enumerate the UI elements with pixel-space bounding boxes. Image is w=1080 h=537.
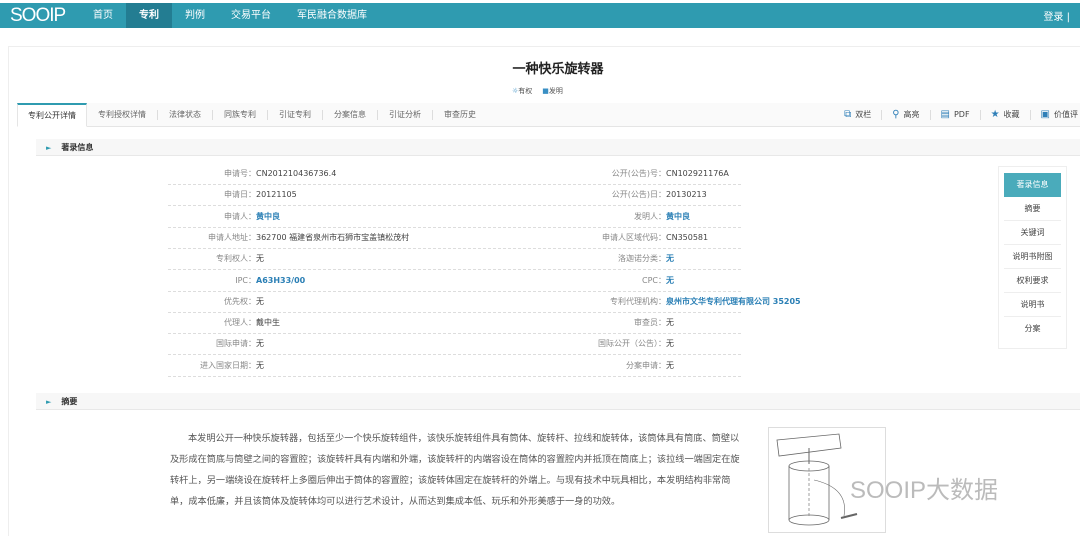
field-label: 公开(公告)日： [611,190,666,200]
field-label: 公开(公告)号： [611,169,666,178]
tab-family[interactable]: 同族专利 [213,109,268,120]
field-value[interactable]: 黄中良 [666,207,690,227]
doc-icon: ■ [542,87,549,95]
abstract-text: 本发明公开一种快乐旋转器，包括至少一个快乐旋转组件，该快乐旋转组件具有筒体、旋转… [170,433,740,507]
tab-public-detail[interactable]: 专利公开详情 [17,103,87,127]
field-value: 无 [256,360,264,370]
side-nav-figures[interactable]: 说明书附图 [1004,245,1061,269]
toolbar: ⧉ 双栏 ⚲ 高亮 ▤ PDF ★ 收藏 ▣ 价值评 [834,103,1080,127]
field-label: 申请人： [224,211,256,221]
favorite-button[interactable]: ★ 收藏 [981,110,1031,120]
field-value: 20130213 [666,190,707,200]
field-label: 分案申请： [626,360,666,370]
triangle-right-icon: ► [46,144,52,152]
patent-tags: ☼有权 ■发明 [512,86,563,96]
field-label: 进入国家日期： [200,360,256,370]
side-nav-division[interactable]: 分案 [1004,317,1061,341]
nav-trade[interactable]: 交易平台 [218,3,284,28]
field-label: IPC： [235,275,256,285]
field-value[interactable]: 泉州市文华专利代理有限公司 35205 [666,292,801,312]
field-label: 国际申请： [216,339,256,349]
main-nav: 首页 专利 判例 交易平台 军民融合数据库 [80,3,380,28]
star-icon: ★ [990,109,1000,120]
tab-citation-analysis[interactable]: 引证分析 [378,109,433,120]
field-value: CN201210436736.4 [256,169,337,178]
biblio-row: IPC： A63H33/00 CPC： 无 [168,271,741,292]
field-value: 戴中生 [256,318,280,328]
field-label: 专利权人： [216,254,256,264]
field-label: 申请人区域代码： [602,232,666,242]
nav-patent[interactable]: 专利 [126,3,172,28]
tab-division[interactable]: 分案信息 [323,109,378,120]
side-nav-claims[interactable]: 权利要求 [1004,269,1061,293]
field-value[interactable]: A63H33/00 [256,271,305,291]
tab-exam-history[interactable]: 审查历史 [433,110,487,120]
biblio-row: 代理人： 戴中生 审查员： 无 [168,313,741,335]
field-value: 无 [256,296,264,306]
field-label: 代理人： [224,318,256,328]
field-label: 洛迦诺分类： [618,254,666,264]
value-button[interactable]: ▣ 价值评 [1031,110,1080,120]
field-value[interactable]: 无 [666,249,674,269]
page-title: 一种快乐旋转器 [512,62,604,77]
field-value: 无 [666,318,674,328]
field-label: 发明人： [634,211,666,221]
type-badge: ■发明 [542,87,563,95]
biblio-row: 申请人： 黄中良 发明人： 黄中良 [168,207,741,228]
field-value: CN102921176A [666,169,729,178]
field-value: 无 [666,360,674,370]
tab-citations[interactable]: 引证专利 [268,109,323,120]
nav-cases[interactable]: 判例 [172,3,218,28]
pin-icon: ⚲ [892,109,900,120]
biblio-row: 优先权： 无 专利代理机构： 泉州市文华专利代理有限公司 35205 [168,292,801,313]
biblio-row: 申请号： CN201210436736.4 公开(公告)号： CN1029211… [168,164,741,185]
field-value[interactable]: 无 [666,271,674,291]
side-nav-description[interactable]: 说明书 [1004,293,1061,317]
login-link[interactable]: 登录 | [1043,8,1070,23]
biblio-row: 国际申请： 无 国际公开（公告）： 无 [168,334,741,356]
biblio-row: 进入国家日期： 无 分案申请： 无 [168,356,741,377]
triangle-right-icon: ► [46,398,52,406]
nav-military-db[interactable]: 军民融合数据库 [284,3,380,28]
tab-grant-detail[interactable]: 专利授权详情 [87,109,158,120]
detail-tabs: 专利公开详情 专利授权详情 法律状态 同族专利 引证专利 分案信息 引证分析 审… [17,103,1080,127]
biblio-row: 专利权人： 无 洛迦诺分类： 无 [168,249,741,271]
pdf-button[interactable]: ▤ PDF [931,110,981,120]
field-label: 审查员： [634,318,666,328]
biblio-section-header[interactable]: ► 著录信息 [36,139,1080,156]
side-nav-biblio[interactable]: 著录信息 [1004,173,1061,197]
field-label: 专利代理机构： [610,296,666,306]
field-label: 国际公开（公告）： [598,339,666,349]
value-icon: ▣ [1040,109,1050,120]
nav-home[interactable]: 首页 [80,3,126,28]
tab-legal-status[interactable]: 法律状态 [158,109,213,120]
side-nav-abstract[interactable]: 摘要 [1004,197,1061,221]
watermark: SOOIP大数据 [850,477,999,504]
field-value: CN350581 [666,232,709,242]
field-value[interactable]: 黄中良 [256,207,280,227]
field-label: 申请号： [224,169,256,178]
save-icon: ▤ [940,109,950,120]
field-label: 申请日： [224,190,256,200]
field-value: 20121105 [256,190,297,200]
field-value: 无 [256,339,264,349]
field-label: 优先权： [224,296,256,306]
field-value: 362700 福建省泉州市石狮市宝盖镇松茂村 [256,232,410,242]
field-value: 无 [666,339,674,349]
field-label: CPC： [642,275,666,285]
biblio-row: 申请日： 20121105 公开(公告)日： 20130213 [168,185,741,207]
logo[interactable]: SOOIP [0,5,80,27]
highlight-button[interactable]: ⚲ 高亮 [882,109,931,120]
status-badge: ☼有权 [512,87,533,95]
biblio-row: 申请人地址： 362700 福建省泉州市石狮市宝盖镇松茂村 申请人区域代码： C… [168,228,741,249]
abstract-section-header[interactable]: ► 摘要 [36,393,1080,410]
field-label: 申请人地址： [208,232,256,242]
field-value: 无 [256,254,264,264]
side-nav: 著录信息 摘要 关键词 说明书附图 权利要求 说明书 分案 [998,166,1067,349]
side-nav-keywords[interactable]: 关键词 [1004,221,1061,245]
dual-column-button[interactable]: ⧉ 双栏 [834,109,883,120]
columns-icon: ⧉ [844,109,852,120]
top-nav-bar: SOOIP 首页 专利 判例 交易平台 军民融合数据库 登录 | [0,3,1080,28]
